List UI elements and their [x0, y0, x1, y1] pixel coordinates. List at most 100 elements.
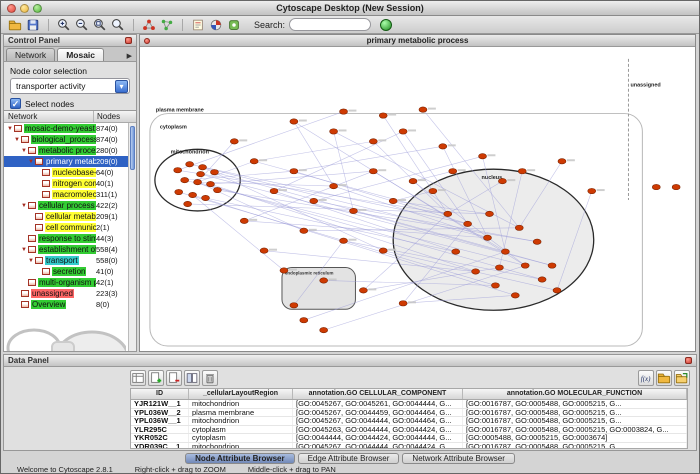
vizmapper-button[interactable] — [208, 17, 224, 32]
expand-arrow-icon[interactable]: ▼ — [27, 258, 35, 264]
network-node[interactable] — [409, 178, 417, 183]
network-node[interactable] — [175, 189, 183, 194]
network-node[interactable] — [464, 221, 472, 226]
network-node[interactable] — [184, 201, 192, 206]
tree-item[interactable]: cell communicat...2(1) — [4, 222, 128, 233]
network-node[interactable] — [320, 278, 328, 283]
table-cell[interactable]: [GO:0045267, GO:0044444, GO:0044424, G..… — [293, 443, 463, 449]
search-input[interactable] — [289, 18, 371, 31]
tree-item[interactable]: nitrogen compou...40(1) — [4, 178, 128, 189]
network-node[interactable] — [484, 235, 492, 240]
table-cell[interactable]: [GO:0045267, GO:0044444, GO:0044464, G..… — [293, 417, 463, 425]
function-builder-button[interactable]: f(x) — [638, 370, 654, 386]
network-node[interactable] — [486, 211, 494, 216]
tree-item[interactable]: secretion41(0) — [4, 266, 128, 277]
tree-item[interactable]: ▼cellular process422(2) — [4, 200, 128, 211]
tree-item[interactable]: unassigned223(3) — [4, 288, 128, 299]
table-cell[interactable]: [GO:0016787, GO:0005488, GO:0005215, GO:… — [463, 426, 687, 434]
network-node[interactable] — [230, 139, 238, 144]
tree-item[interactable]: ▼establishment of...558(4) — [4, 244, 128, 255]
zoom-in-button[interactable] — [56, 17, 72, 32]
network-node[interactable] — [340, 238, 348, 243]
table-cell[interactable]: YPL036W__2 — [131, 409, 189, 417]
network-node[interactable] — [181, 177, 189, 182]
network-node[interactable] — [300, 228, 308, 233]
tab-edge-attribute-browser[interactable]: Edge Attribute Browser — [298, 453, 400, 464]
table-cell[interactable]: YJR121W__1 — [131, 400, 189, 408]
table-cell[interactable]: [GO:0045263, GO:0044444, GO:0044424, G..… — [293, 426, 463, 434]
expand-arrow-icon[interactable]: ▼ — [20, 148, 28, 154]
frame-close-icon[interactable] — [144, 38, 150, 44]
network-node[interactable] — [452, 249, 460, 254]
tree-column-nodes[interactable]: Nodes — [94, 111, 136, 122]
table-cell[interactable]: YLR295C — [131, 426, 189, 434]
table-cell[interactable]: [GO:0044444, GO:0044424, GO:0044444, G..… — [293, 434, 463, 442]
tab-scroll-right-icon[interactable]: ▶ — [123, 52, 136, 61]
network-node[interactable] — [189, 192, 197, 197]
column-header[interactable]: annotation.GO CELLULAR_COMPONENT — [293, 389, 463, 399]
network-node[interactable] — [359, 288, 367, 293]
tree-item[interactable]: ▼primary metabolic ...209(0) — [4, 156, 128, 167]
zoom-out-button[interactable] — [74, 17, 90, 32]
table-cell[interactable]: [GO:0045267, GO:0044459, GO:0044464, G..… — [293, 409, 463, 417]
chevron-down-icon[interactable]: ▾ — [115, 80, 128, 93]
network-node[interactable] — [501, 249, 509, 254]
tree-item[interactable]: ▼biological_process874(0) — [4, 134, 128, 145]
expand-arrow-icon[interactable]: ▼ — [6, 126, 14, 132]
network-node[interactable] — [538, 277, 546, 282]
network-node[interactable] — [197, 171, 205, 176]
plugin-manager-button[interactable] — [226, 17, 242, 32]
expand-arrow-icon[interactable]: ▼ — [20, 203, 28, 209]
network-node[interactable] — [672, 184, 680, 189]
network-node[interactable] — [280, 268, 288, 273]
table-cell[interactable]: mitochondrion — [189, 400, 293, 408]
network-node[interactable] — [369, 169, 377, 174]
table-cell[interactable]: YKR052C — [131, 434, 189, 442]
network-node[interactable] — [349, 208, 357, 213]
column-layout-button[interactable] — [184, 370, 200, 386]
network-node[interactable] — [202, 195, 210, 200]
network-node[interactable] — [290, 169, 298, 174]
network-node[interactable] — [340, 109, 348, 114]
tab-mosaic[interactable]: Mosaic — [57, 48, 104, 61]
open-session-button[interactable] — [7, 17, 23, 32]
network-node[interactable] — [210, 169, 218, 174]
expand-arrow-icon[interactable]: ▼ — [20, 247, 28, 253]
network-node[interactable] — [515, 225, 523, 230]
network-node[interactable] — [174, 168, 182, 173]
tree-item[interactable]: macromolecule ...311(1) — [4, 189, 128, 200]
tree-item[interactable]: ▼metabolic process280(0) — [4, 145, 128, 156]
float-panel-icon[interactable] — [125, 37, 132, 44]
column-header[interactable]: _cellularLayoutRegion — [189, 389, 293, 399]
table-cell[interactable]: [GO:0016787, GO:0005488, GO:0005215, G..… — [463, 400, 687, 408]
tree-item[interactable]: response to stim...44(3) — [4, 233, 128, 244]
tab-node-attribute-browser[interactable]: Node Attribute Browser — [185, 453, 295, 464]
network-node[interactable] — [379, 248, 387, 253]
plugin-sphere-icon[interactable] — [380, 19, 392, 31]
network-node[interactable] — [558, 159, 566, 164]
table-cell[interactable]: YPL036W__1 — [131, 417, 189, 425]
network-node[interactable] — [479, 154, 487, 159]
folder-open-button[interactable] — [674, 370, 690, 386]
network-node[interactable] — [240, 218, 248, 223]
table-cell[interactable]: [GO:0016787, GO:0005488, GO:0005215, G..… — [463, 417, 687, 425]
select-nodes-checkbox[interactable]: ✓ — [10, 98, 21, 109]
network-node[interactable] — [300, 318, 308, 323]
network-node[interactable] — [588, 188, 596, 193]
network-node[interactable] — [290, 303, 298, 308]
network-node[interactable] — [548, 263, 556, 268]
network-node[interactable] — [521, 263, 529, 268]
network-node[interactable] — [429, 188, 437, 193]
network-node[interactable] — [260, 248, 268, 253]
network-node[interactable] — [320, 327, 328, 332]
select-attributes-button[interactable] — [130, 370, 146, 386]
tab-network[interactable]: Network — [6, 48, 55, 61]
table-cell[interactable]: plasma membrane — [189, 409, 293, 417]
network-canvas[interactable]: plasma membrane cytoplasm mitochondrion … — [140, 47, 695, 351]
zoom-selected-region-button[interactable] — [92, 17, 108, 32]
network-node[interactable] — [399, 129, 407, 134]
network-node[interactable] — [439, 144, 447, 149]
expand-arrow-icon[interactable]: ▼ — [13, 137, 21, 143]
folder-button[interactable] — [656, 370, 672, 386]
table-cell[interactable]: mitochondrion — [189, 417, 293, 425]
